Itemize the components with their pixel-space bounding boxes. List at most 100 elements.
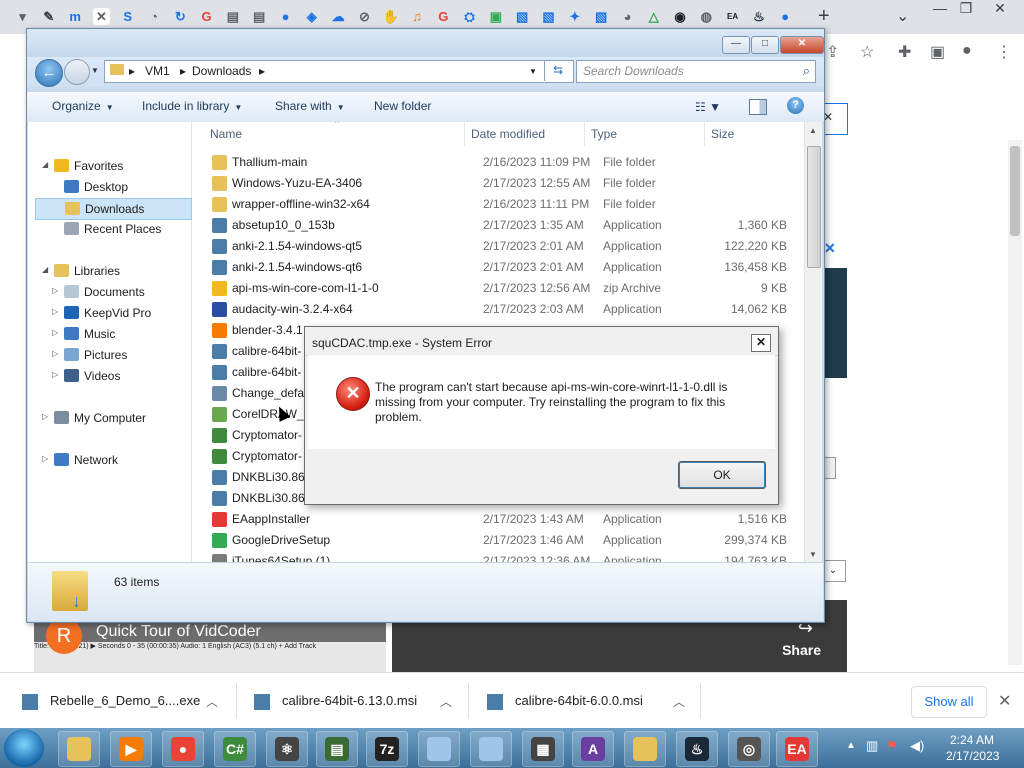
share-with-button[interactable]: Share with ▼: [275, 99, 345, 113]
panel-close-icon-2[interactable]: ✕: [824, 240, 836, 257]
nav-item-network[interactable]: ▷ Network: [28, 450, 191, 470]
taskbar-app-spiral[interactable]: ◎: [728, 731, 770, 767]
chevron-up-icon[interactable]: ︿: [673, 693, 685, 710]
column-name[interactable]: Name: [210, 127, 242, 141]
file-row[interactable]: anki-2.1.54-windows-qt5 2/17/2023 2:01 AM…: [207, 236, 807, 257]
tab-icon-16[interactable]: ♫: [409, 8, 426, 25]
tab-icon-25[interactable]: △: [645, 8, 662, 25]
taskbar-app-steam[interactable]: ♨: [676, 731, 718, 767]
tab-icon-5[interactable]: S: [119, 8, 136, 25]
tab-icon-4[interactable]: ✕: [92, 8, 110, 25]
menu-icon[interactable]: ⋮: [996, 42, 1012, 62]
browser-maximize-button[interactable]: ❐: [952, 0, 980, 18]
expand-arrow-icon[interactable]: ▷: [52, 370, 58, 379]
breadcrumb-separator-icon[interactable]: ▸: [259, 64, 265, 78]
expand-arrow-icon[interactable]: ▷: [42, 454, 48, 463]
search-input[interactable]: Search Downloads: [583, 64, 684, 78]
browser-minimize-button[interactable]: —: [926, 0, 954, 18]
file-row[interactable]: iTunes64Setup (1) 2/17/2023 12:36 AM Appli…: [207, 551, 807, 562]
tab-icon-27[interactable]: ◍: [698, 8, 715, 25]
explorer-close-button[interactable]: ✕: [780, 36, 824, 54]
tab-icon-1[interactable]: ▾: [14, 8, 31, 25]
column-date-modified[interactable]: Date modified: [471, 127, 545, 141]
taskbar-app-chrome[interactable]: ●: [162, 731, 204, 767]
address-bar[interactable]: ▸ VM1 ▸ Downloads ▸ ▼: [104, 60, 574, 83]
taskbar-app-folder2[interactable]: [624, 731, 666, 767]
show-hidden-icons-icon[interactable]: ▲: [846, 740, 856, 751]
file-row[interactable]: Windows-Yuzu-EA-3406 2/17/2023 12:55 AM Fi…: [207, 173, 807, 194]
tab-icon-11[interactable]: ●: [277, 8, 294, 25]
tab-icon-12[interactable]: ◈: [303, 8, 320, 25]
tab-icon-26[interactable]: ◉: [672, 8, 689, 25]
file-list-scrollbar[interactable]: ▲ ▼: [804, 122, 822, 562]
file-row[interactable]: audacity-win-3.2.4-x64 2/17/2023 2:03 AM A…: [207, 299, 807, 320]
nav-item-my-computer[interactable]: ▷ My Computer: [28, 408, 191, 428]
action-center-icon[interactable]: ⚑: [886, 738, 898, 754]
taskbar-app-ea[interactable]: EA: [776, 731, 818, 767]
nav-item-pictures[interactable]: ▷ Pictures: [28, 345, 191, 365]
taskbar-app-notes[interactable]: [418, 731, 460, 767]
taskbar-app-csharp[interactable]: C#: [214, 731, 256, 767]
nav-item-music[interactable]: ▷ Music: [28, 324, 191, 344]
search-box[interactable]: Search Downloads ⌕: [576, 60, 816, 83]
taskbar-app-arc[interactable]: A: [572, 731, 614, 767]
bookmark-star-icon[interactable]: ☆: [860, 42, 874, 62]
change-view-icon[interactable]: ☷ ▼: [695, 100, 721, 114]
tab-icon-24[interactable]: ◕: [619, 8, 636, 25]
close-downloads-bar-icon[interactable]: ✕: [998, 691, 1011, 711]
file-row[interactable]: api-ms-win-core-com-l1-1-0 2/17/2023 12:5…: [207, 278, 807, 299]
file-list-scrollbar-thumb[interactable]: [807, 146, 821, 268]
file-row[interactable]: anki-2.1.54-windows-qt6 2/17/2023 2:01 AM…: [207, 257, 807, 278]
clock-time[interactable]: 2:24 AM: [950, 733, 994, 747]
tab-icon-6[interactable]: ◔: [146, 8, 163, 25]
tab-icon-8[interactable]: G: [198, 8, 215, 25]
tab-icon-7[interactable]: ↻: [172, 8, 189, 25]
search-icon[interactable]: ⌕: [803, 63, 810, 79]
preview-pane-icon[interactable]: [749, 99, 767, 115]
extensions-icon[interactable]: ✚: [898, 42, 911, 62]
chevron-up-icon[interactable]: ︿: [206, 693, 218, 710]
tab-icon-29[interactable]: ♨: [750, 8, 767, 25]
file-row[interactable]: EAappInstaller 2/17/2023 1:43 AM Applicati…: [207, 509, 807, 530]
scroll-down-icon[interactable]: ▼: [809, 550, 817, 559]
profile-icon[interactable]: ●: [962, 42, 972, 60]
tab-icon-15[interactable]: ✋: [382, 8, 399, 25]
start-button[interactable]: [4, 729, 44, 767]
taskbar-app-chip[interactable]: ▦: [522, 731, 564, 767]
download-item-2[interactable]: calibre-64bit-6.13.0.msi ︿: [254, 693, 464, 713]
taskbar-app-7zip[interactable]: 7z: [366, 731, 408, 767]
forward-button[interactable]: [64, 59, 90, 85]
tab-icon-14[interactable]: ⊘: [356, 8, 373, 25]
tab-icon-3[interactable]: m: [67, 8, 84, 25]
tab-icon-19[interactable]: ▣: [487, 8, 504, 25]
breadcrumb-separator-icon[interactable]: ▸: [129, 64, 135, 78]
column-size[interactable]: Size: [711, 127, 734, 141]
tab-icon-9[interactable]: ▤: [224, 8, 241, 25]
taskbar-app-atom[interactable]: ⚛: [266, 731, 308, 767]
dialog-titlebar[interactable]: squCDAC.tmp.exe - System Error ✕: [305, 327, 778, 356]
scroll-up-icon[interactable]: ▲: [809, 126, 817, 135]
nav-item-libraries[interactable]: ◢ Libraries: [28, 261, 191, 281]
download-item-3[interactable]: calibre-64bit-6.0.0.msi ︿: [487, 693, 697, 713]
file-row[interactable]: absetup10_0_153b 2/17/2023 1:35 AM Applica…: [207, 215, 807, 236]
page-scrollbar[interactable]: [1008, 140, 1022, 665]
expand-arrow-icon[interactable]: ▷: [52, 328, 58, 337]
column-divider[interactable]: [464, 122, 465, 146]
new-tab-button[interactable]: +: [818, 5, 830, 28]
address-dropdown-icon[interactable]: ▼: [529, 67, 537, 76]
ok-button[interactable]: OK: [678, 461, 766, 489]
nav-item-keepvid-pro[interactable]: ▷ KeepVid Pro: [28, 303, 191, 323]
explorer-maximize-button[interactable]: □: [751, 36, 779, 54]
taskbar-app-terminal[interactable]: ▤: [316, 731, 358, 767]
dialog-close-button[interactable]: ✕: [751, 334, 771, 352]
expand-arrow-icon[interactable]: ▷: [52, 286, 58, 295]
tab-icon-2[interactable]: ✎: [40, 8, 57, 25]
nav-item-favorites[interactable]: ◢ Favorites: [28, 156, 191, 176]
network-tray-icon[interactable]: ▥: [866, 738, 878, 754]
column-divider[interactable]: [704, 122, 705, 146]
file-row[interactable]: Thallium-main 2/16/2023 11:09 PM File fold…: [207, 152, 807, 173]
volume-icon[interactable]: ◀): [910, 738, 924, 754]
taskbar-app-notes2[interactable]: [470, 731, 512, 767]
nav-item-desktop[interactable]: Desktop: [28, 177, 191, 197]
taskbar-app-media[interactable]: ▶: [110, 731, 152, 767]
